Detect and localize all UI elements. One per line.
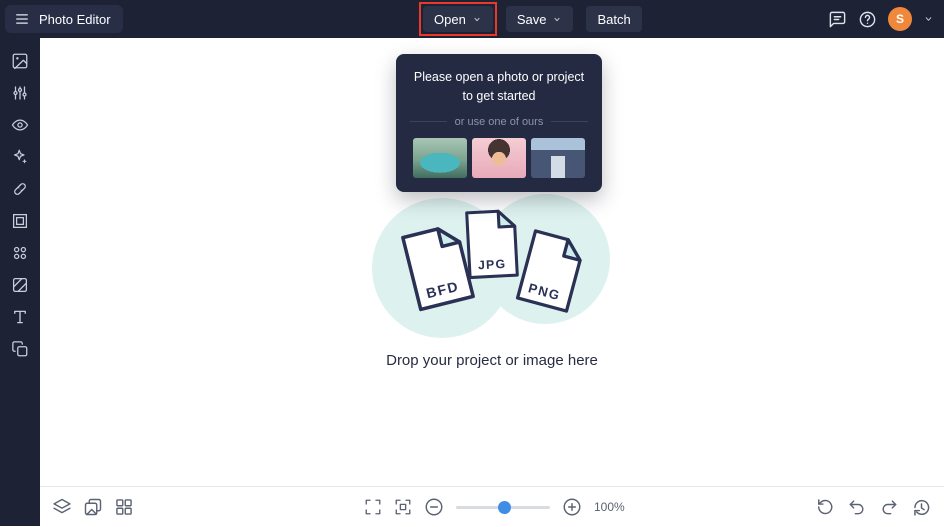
avatar[interactable]: S bbox=[888, 7, 912, 31]
effects-icon[interactable] bbox=[11, 148, 29, 166]
drop-zone-illustration: BFD JPG PNG bbox=[372, 184, 617, 344]
editor-canvas[interactable]: Please open a photo or project to get st… bbox=[40, 38, 944, 486]
file-actions: Open Save Batch bbox=[419, 2, 642, 36]
zoom-level: 100% bbox=[594, 500, 625, 514]
open-button[interactable]: Open bbox=[423, 6, 493, 32]
touchup-icon[interactable] bbox=[11, 180, 29, 198]
app-title: Photo Editor bbox=[39, 11, 111, 27]
drop-zone-text: Drop your project or image here bbox=[386, 352, 598, 369]
tools-sidebar bbox=[0, 38, 40, 526]
history-icon[interactable] bbox=[911, 497, 932, 518]
sample-thumbnail-canal[interactable] bbox=[531, 137, 585, 178]
bottom-bar: 100% bbox=[40, 486, 944, 526]
graphics-icon[interactable] bbox=[11, 244, 29, 262]
samples-divider-label: or use one of ours bbox=[454, 115, 544, 128]
bottom-left-tools bbox=[52, 487, 134, 527]
open-hint-popover: Please open a photo or project to get st… bbox=[396, 54, 602, 192]
hamburger-icon[interactable] bbox=[14, 12, 30, 26]
undo-icon[interactable] bbox=[847, 497, 867, 517]
jpg-file-icon: JPG bbox=[465, 209, 519, 280]
layers-icon[interactable] bbox=[52, 497, 72, 517]
zoom-slider-handle[interactable] bbox=[498, 500, 511, 514]
chevron-down-icon bbox=[474, 17, 480, 21]
duplicate-icon[interactable] bbox=[11, 340, 29, 358]
batch-button[interactable]: Batch bbox=[586, 6, 642, 32]
frames-icon[interactable] bbox=[11, 212, 29, 230]
jpg-label: JPG bbox=[478, 257, 507, 272]
grid-icon[interactable] bbox=[114, 497, 134, 517]
app-menu[interactable]: Photo Editor bbox=[5, 5, 123, 33]
eye-icon[interactable] bbox=[11, 116, 29, 134]
batch-button-label: Batch bbox=[597, 11, 631, 27]
sample-thumbnails bbox=[406, 137, 592, 178]
account-chevron-down-icon[interactable] bbox=[923, 15, 934, 23]
redo-icon[interactable] bbox=[879, 497, 899, 517]
zoom-controls: 100% bbox=[364, 487, 626, 527]
zoom-in-icon[interactable] bbox=[562, 497, 582, 517]
top-bar: Photo Editor Open Save Batch S bbox=[0, 0, 944, 38]
history-controls bbox=[815, 487, 932, 527]
fit-screen-icon[interactable] bbox=[394, 498, 412, 516]
open-hint-message: Please open a photo or project to get st… bbox=[413, 70, 585, 104]
save-button-label: Save bbox=[516, 11, 547, 27]
open-button-label: Open bbox=[434, 11, 466, 27]
help-icon[interactable] bbox=[858, 10, 877, 29]
account-area: S bbox=[828, 0, 934, 38]
zoom-slider[interactable] bbox=[456, 497, 550, 517]
feedback-icon[interactable] bbox=[828, 10, 847, 29]
text-icon[interactable] bbox=[11, 308, 29, 326]
avatar-initial: S bbox=[895, 12, 904, 26]
samples-divider: or use one of ours bbox=[410, 115, 589, 128]
image-icon[interactable] bbox=[11, 52, 29, 70]
overlays-icon[interactable] bbox=[11, 276, 29, 294]
image-manager-icon[interactable] bbox=[83, 497, 103, 517]
zoom-out-icon[interactable] bbox=[424, 497, 444, 517]
sample-thumbnail-portrait[interactable] bbox=[472, 137, 526, 178]
chevron-down-icon bbox=[554, 17, 560, 21]
fullscreen-icon[interactable] bbox=[364, 498, 382, 516]
sample-thumbnail-van[interactable] bbox=[413, 137, 467, 178]
adjustments-icon[interactable] bbox=[11, 84, 29, 102]
save-button[interactable]: Save bbox=[505, 6, 574, 32]
refresh-icon[interactable] bbox=[815, 497, 835, 517]
